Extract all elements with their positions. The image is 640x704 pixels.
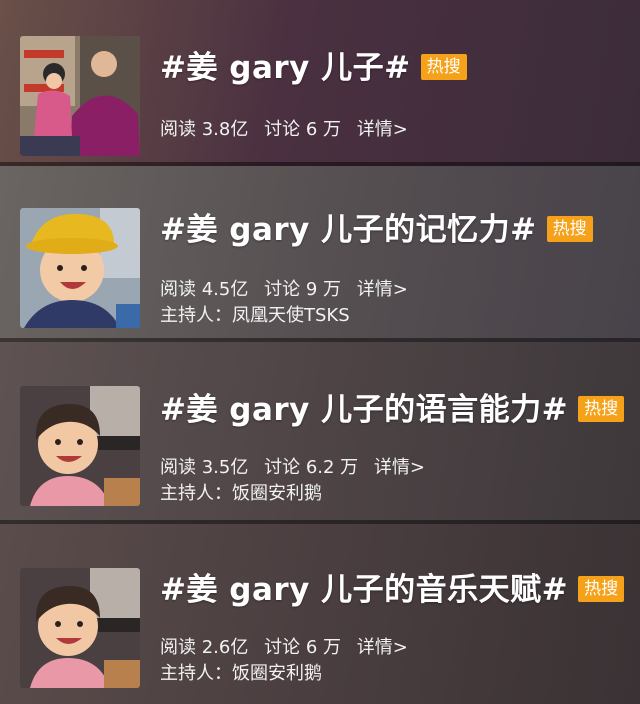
topic-stats: 阅读 3.8亿 讨论 6 万 详情>	[160, 118, 418, 142]
topic-title[interactable]: #姜 gary 儿子的记忆力# 热搜	[160, 210, 593, 250]
topic-title[interactable]: #姜 gary 儿子的语言能力# 热搜	[160, 390, 625, 430]
topic-host: 主持人：饭圈安利鹅	[160, 483, 322, 504]
topic-title-text[interactable]: #姜 gary 儿子的音乐天赋#	[160, 572, 568, 608]
topic-card-3[interactable]: #姜 gary 儿子的语言能力# 热搜 阅读 3.5亿 讨论 6.2 万 详情> …	[0, 342, 640, 524]
topic-host: 主持人：饭圈安利鹅	[160, 663, 322, 684]
topic-thumbnail	[20, 36, 140, 156]
details-link[interactable]: 详情>	[357, 637, 408, 658]
topic-title[interactable]: #姜 gary 儿子的音乐天赋# 热搜	[160, 570, 625, 610]
details-link[interactable]: 详情>	[374, 457, 425, 478]
topic-thumbnail	[20, 568, 140, 688]
read-count: 阅读 3.5亿	[160, 457, 249, 478]
discussion-count: 讨论 9 万	[264, 279, 341, 300]
topic-title-text[interactable]: #姜 gary 儿子的语言能力#	[160, 392, 568, 428]
topic-title-text[interactable]: #姜 gary 儿子#	[160, 50, 411, 86]
topic-title-text[interactable]: #姜 gary 儿子的记忆力#	[160, 212, 537, 248]
topic-stats: 阅读 4.5亿 讨论 9 万 详情>	[160, 278, 418, 302]
topic-host: 主持人：凤凰天使TSKS	[160, 305, 350, 326]
topic-thumbnail	[20, 208, 140, 328]
discussion-count: 讨论 6.2 万	[264, 457, 359, 478]
topic-stats: 阅读 2.6亿 讨论 6 万 详情>	[160, 636, 418, 660]
details-link[interactable]: 详情>	[357, 279, 408, 300]
topic-title[interactable]: #姜 gary 儿子# 热搜	[160, 48, 467, 88]
topic-card-1[interactable]: #姜 gary 儿子# 热搜 阅读 3.8亿 讨论 6 万 详情>	[0, 0, 640, 166]
read-count: 阅读 4.5亿	[160, 279, 249, 300]
hot-search-badge: 热搜	[578, 575, 625, 602]
read-count: 阅读 3.8亿	[160, 119, 249, 140]
discussion-count: 讨论 6 万	[264, 637, 341, 658]
details-link[interactable]: 详情>	[357, 119, 408, 140]
discussion-count: 讨论 6 万	[264, 119, 341, 140]
read-count: 阅读 2.6亿	[160, 637, 249, 658]
topic-stats: 阅读 3.5亿 讨论 6.2 万 详情>	[160, 456, 435, 480]
hot-search-badge: 热搜	[578, 395, 625, 422]
topic-card-4[interactable]: #姜 gary 儿子的音乐天赋# 热搜 阅读 2.6亿 讨论 6 万 详情> 主持…	[0, 524, 640, 704]
topic-card-2[interactable]: #姜 gary 儿子的记忆力# 热搜 阅读 4.5亿 讨论 9 万 详情> 主持人…	[0, 166, 640, 342]
topic-thumbnail	[20, 386, 140, 506]
hot-search-badge: 热搜	[420, 53, 467, 80]
hot-search-badge: 热搜	[546, 215, 593, 242]
